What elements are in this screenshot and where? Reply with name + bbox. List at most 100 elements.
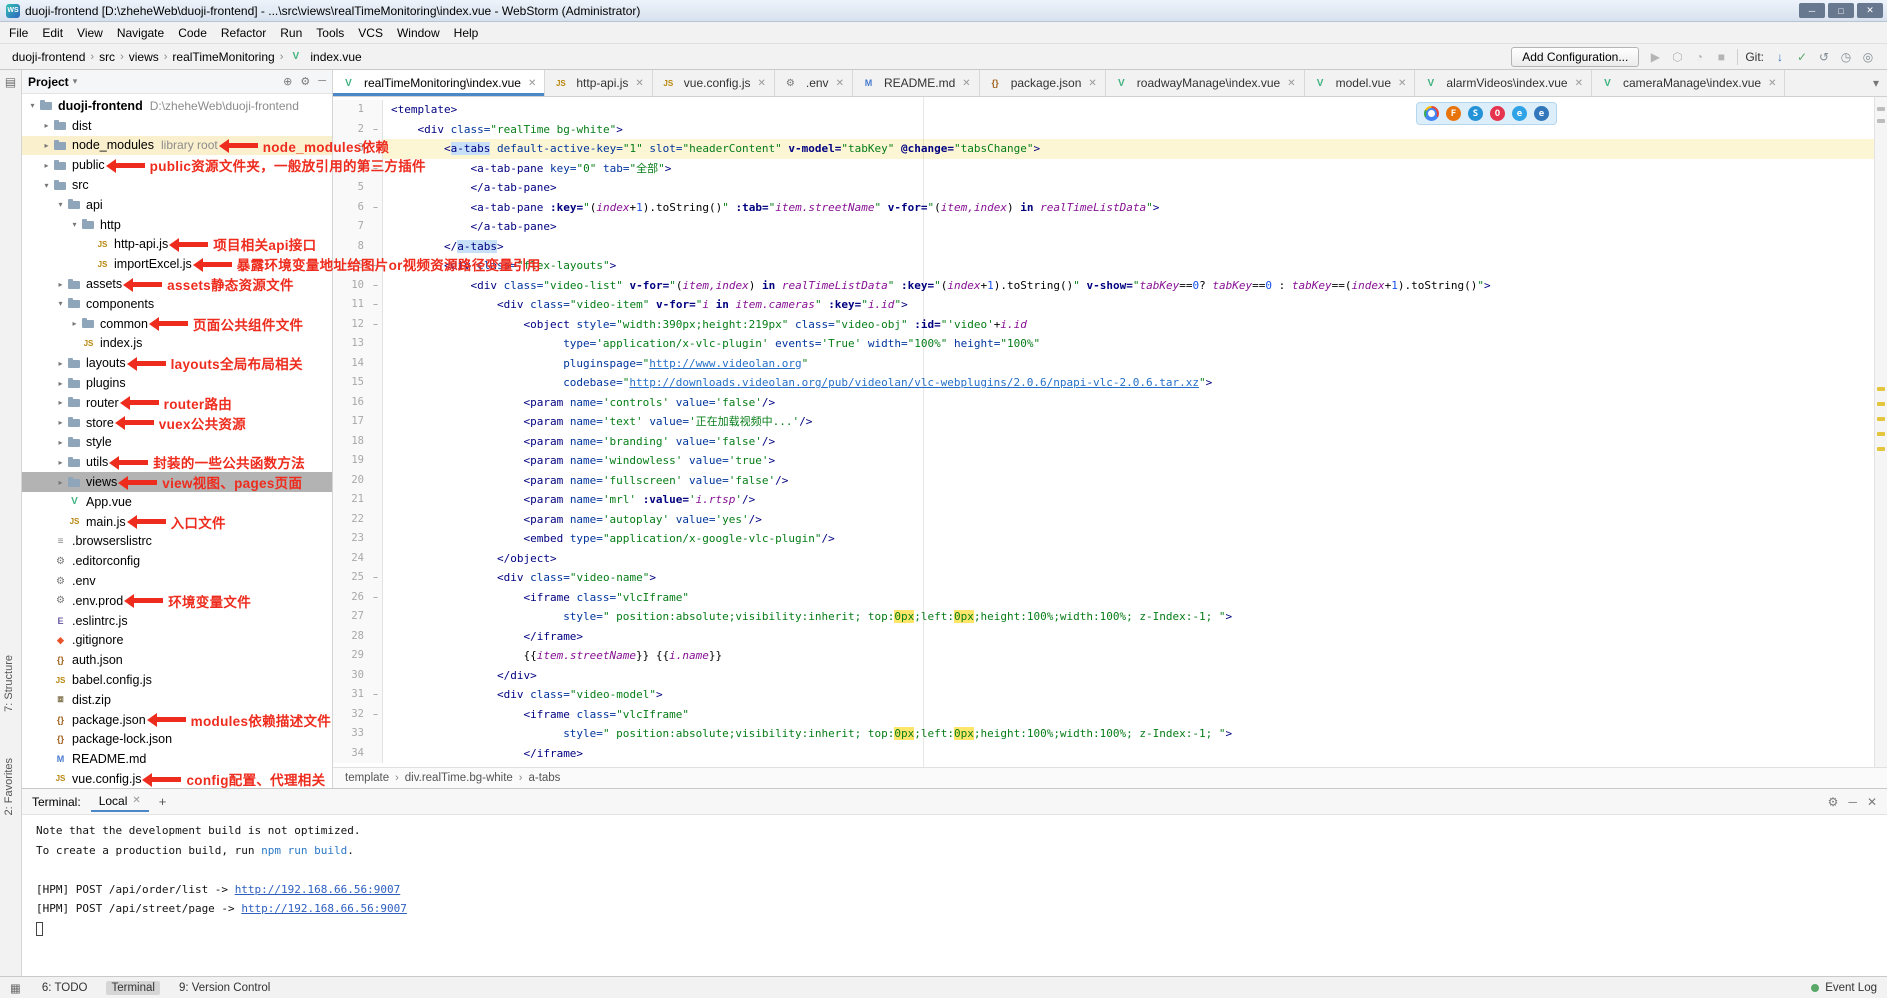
revert-icon[interactable]: ↺ bbox=[1815, 50, 1833, 64]
opera-browser-icon[interactable]: O bbox=[1490, 106, 1505, 121]
stop-icon[interactable]: ■ bbox=[1712, 50, 1730, 64]
project-tree-item-router[interactable]: ▸routerrouter路由 bbox=[22, 393, 332, 413]
editor-tab-alarmVideosindex.vue[interactable]: ValarmVideos\index.vue✕ bbox=[1415, 70, 1592, 96]
chevron-open-icon[interactable]: ▾ bbox=[68, 220, 81, 229]
project-tree-item-babel.config.js[interactable]: JSbabel.config.js bbox=[22, 670, 332, 690]
tab-close-icon[interactable]: ✕ bbox=[1088, 78, 1096, 89]
chevron-open-icon[interactable]: ▾ bbox=[54, 200, 67, 209]
breadcrumb-node[interactable]: template bbox=[345, 772, 389, 784]
chevron-closed-icon[interactable]: ▸ bbox=[40, 121, 53, 130]
menu-navigate[interactable]: Navigate bbox=[110, 23, 171, 43]
hide-icon[interactable]: ─ bbox=[318, 75, 326, 88]
project-tree-item-dist.zip[interactable]: ⧈dist.zip bbox=[22, 690, 332, 710]
project-tree-item-.editorconfig[interactable]: ⚙.editorconfig bbox=[22, 551, 332, 571]
terminal-settings-icon[interactable]: ⚙ bbox=[1828, 795, 1839, 809]
project-tree-item-.browserslistrc[interactable]: ≡.browserslistrc bbox=[22, 532, 332, 552]
chevron-open-icon[interactable]: ▾ bbox=[40, 181, 53, 190]
chevron-closed-icon[interactable]: ▸ bbox=[54, 458, 67, 467]
fold-marker[interactable]: − bbox=[369, 198, 383, 218]
project-tree-item-assets[interactable]: ▸assetsassets静态资源文件 bbox=[22, 274, 332, 294]
menu-refactor[interactable]: Refactor bbox=[214, 23, 273, 43]
structure-toolwindow-button[interactable]: 7: Structure bbox=[3, 655, 15, 712]
statusbar-6-todo[interactable]: 6: TODO bbox=[37, 981, 93, 995]
project-tree-item-vue.config.js[interactable]: JSvue.config.jsconfig配置、代理相关 bbox=[22, 769, 332, 789]
tab-close-icon[interactable]: ✕ bbox=[1768, 78, 1776, 89]
ie-browser-icon[interactable]: e bbox=[1512, 106, 1527, 121]
menu-view[interactable]: View bbox=[70, 23, 110, 43]
project-tree-item-components[interactable]: ▾components bbox=[22, 294, 332, 314]
project-tree-item-README.md[interactable]: MREADME.md bbox=[22, 749, 332, 769]
project-tree-item-importExcel.js[interactable]: JSimportExcel.js暴露环境变量地址给图片or视频资源路径变量引用 bbox=[22, 254, 332, 274]
project-tree-item-.gitignore[interactable]: ◆.gitignore bbox=[22, 631, 332, 651]
tab-close-icon[interactable]: ✕ bbox=[1575, 78, 1583, 89]
project-tree-item-api[interactable]: ▾api bbox=[22, 195, 332, 215]
chevron-open-icon[interactable]: ▾ bbox=[54, 299, 67, 308]
breadcrumb-item[interactable]: Vindex.vue bbox=[286, 49, 363, 65]
tab-close-icon[interactable]: ✕ bbox=[1287, 78, 1295, 89]
project-tree-item-views[interactable]: ▸viewsview视图、pages页面 bbox=[22, 472, 332, 492]
chevron-closed-icon[interactable]: ▸ bbox=[40, 161, 53, 170]
fold-marker[interactable]: − bbox=[369, 588, 383, 608]
project-tree-item-main.js[interactable]: JSmain.js入口文件 bbox=[22, 512, 332, 532]
breadcrumb-item[interactable]: views bbox=[127, 49, 161, 65]
minimize-window-button[interactable]: ─ bbox=[1799, 3, 1825, 18]
chevron-open-icon[interactable]: ▾ bbox=[26, 101, 39, 110]
toolwindow-toggler-icon[interactable]: ▦ bbox=[10, 981, 21, 995]
new-terminal-button[interactable]: + bbox=[159, 794, 167, 809]
project-tree-item-App.vue[interactable]: VApp.vue bbox=[22, 492, 332, 512]
project-tree-item-style[interactable]: ▸style bbox=[22, 433, 332, 453]
project-tree-item-.env.prod[interactable]: ⚙.env.prod环境变量文件 bbox=[22, 591, 332, 611]
edge-browser-icon[interactable]: e bbox=[1534, 106, 1549, 121]
menu-file[interactable]: File bbox=[2, 23, 35, 43]
chrome-browser-icon[interactable] bbox=[1424, 106, 1439, 121]
search-everywhere-icon[interactable]: ◎ bbox=[1859, 50, 1877, 64]
editor-tab-vue.config.js[interactable]: JSvue.config.js✕ bbox=[653, 70, 775, 96]
project-tree-item-package.json[interactable]: {}package.jsonmodules依赖描述文件 bbox=[22, 710, 332, 730]
tab-close-icon[interactable]: ✕ bbox=[757, 78, 765, 89]
close-window-button[interactable]: ✕ bbox=[1857, 3, 1883, 18]
statusbar-terminal[interactable]: Terminal bbox=[106, 981, 159, 995]
project-panel-title[interactable]: Project bbox=[28, 75, 69, 89]
project-tree-item-src[interactable]: ▾src bbox=[22, 175, 332, 195]
terminal-close-icon[interactable]: ✕ bbox=[1867, 795, 1877, 809]
terminal-tab-local[interactable]: Local ✕ bbox=[91, 792, 149, 812]
tab-close-icon[interactable]: ✕ bbox=[528, 78, 536, 89]
menu-edit[interactable]: Edit bbox=[35, 23, 70, 43]
project-tree-item-utils[interactable]: ▸utils封装的一些公共函数方法 bbox=[22, 452, 332, 472]
project-tree-item-package-lock.json[interactable]: {}package-lock.json bbox=[22, 730, 332, 750]
fold-marker[interactable]: − bbox=[369, 315, 383, 335]
commit-icon[interactable]: ✓ bbox=[1793, 50, 1811, 64]
editor-tab-http-api.js[interactable]: JShttp-api.js✕ bbox=[545, 70, 652, 96]
chevron-closed-icon[interactable]: ▸ bbox=[40, 141, 53, 150]
favorites-toolwindow-button[interactable]: 2: Favorites bbox=[3, 758, 15, 815]
terminal-link[interactable]: http://192.168.66.56:9007 bbox=[235, 883, 401, 896]
menu-vcs[interactable]: VCS bbox=[351, 23, 390, 43]
fold-marker[interactable]: − bbox=[369, 568, 383, 588]
event-log-button[interactable]: Event Log bbox=[1825, 982, 1877, 994]
editor-tab-.env[interactable]: ⚙.env✕ bbox=[775, 70, 853, 96]
locate-icon[interactable]: ⊕ bbox=[283, 75, 292, 88]
project-tree-item-public[interactable]: ▸publicpublic资源文件夹，一般放引用的第三方插件 bbox=[22, 155, 332, 175]
fold-marker[interactable]: − bbox=[369, 276, 383, 296]
chevron-closed-icon[interactable]: ▸ bbox=[54, 478, 67, 487]
project-tree-item-dist[interactable]: ▸dist bbox=[22, 116, 332, 136]
breadcrumb-item[interactable]: src bbox=[97, 49, 117, 65]
editor-tab-roadwayManageindex.vue[interactable]: VroadwayManage\index.vue✕ bbox=[1106, 70, 1305, 96]
chevron-closed-icon[interactable]: ▸ bbox=[54, 379, 67, 388]
project-tree-item-duoji-frontend[interactable]: ▾duoji-frontendD:\zheheWeb\duoji-fronten… bbox=[22, 96, 332, 116]
project-tree-item-plugins[interactable]: ▸plugins bbox=[22, 373, 332, 393]
tab-close-icon[interactable]: ✕ bbox=[836, 78, 844, 89]
project-tree-item-http[interactable]: ▾http bbox=[22, 215, 332, 235]
menu-help[interactable]: Help bbox=[447, 23, 486, 43]
chevron-closed-icon[interactable]: ▸ bbox=[54, 418, 67, 427]
menu-run[interactable]: Run bbox=[273, 23, 309, 43]
tab-close-icon[interactable]: ✕ bbox=[635, 78, 643, 89]
chevron-down-icon[interactable]: ▾ bbox=[73, 76, 78, 87]
history-icon[interactable]: ◷ bbox=[1837, 50, 1855, 64]
run-icon[interactable]: ▶ bbox=[1646, 50, 1664, 64]
editor-tab-model.vue[interactable]: Vmodel.vue✕ bbox=[1305, 70, 1416, 96]
close-icon[interactable]: ✕ bbox=[132, 795, 140, 806]
editor-tab-package.json[interactable]: {}package.json✕ bbox=[980, 70, 1106, 96]
breadcrumb-item[interactable]: realTimeMonitoring bbox=[170, 49, 276, 65]
project-tree-item-store[interactable]: ▸storevuex公共资源 bbox=[22, 413, 332, 433]
